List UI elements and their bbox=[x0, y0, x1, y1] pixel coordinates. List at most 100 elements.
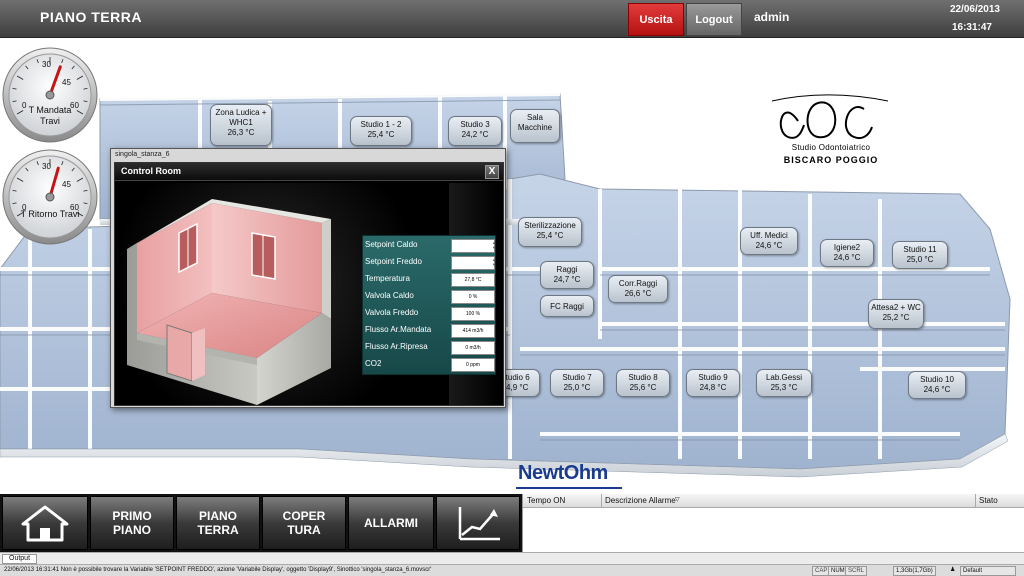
room-name: Corr.Raggi bbox=[618, 279, 658, 288]
room-name: FC Raggi bbox=[550, 302, 584, 311]
gauge-tick-label: 30 bbox=[42, 60, 51, 69]
temperatura-value: 27,8 °C bbox=[451, 273, 495, 287]
gauge-tick-label: 45 bbox=[62, 180, 71, 189]
room-sala-macchine[interactable]: Sala Macchine bbox=[510, 109, 560, 143]
room-name: Studio 7 bbox=[562, 373, 592, 382]
param-valvola-caldo: Valvola Caldo 0 % bbox=[363, 289, 497, 305]
output-tab-bar: Output bbox=[0, 552, 1024, 564]
room-name: Uff. Medici bbox=[750, 231, 788, 240]
newtohm-logo-underline bbox=[516, 487, 622, 489]
param-flusso-mandata: Flusso Ar.Mandata 414 m3/h bbox=[363, 323, 497, 339]
scada-screen: PIANO TERRA Uscita Logout admin 22/06/20… bbox=[0, 0, 1024, 576]
column-divider[interactable] bbox=[601, 494, 602, 508]
co2-value: 0 ppm bbox=[451, 358, 495, 372]
setpoint-caldo-input[interactable] bbox=[451, 239, 495, 253]
user-icon: ♟ bbox=[950, 567, 956, 573]
room-temp: 25,4 °C bbox=[536, 231, 564, 240]
room-popup-window: singola_stanza_6 Control Room X Setpoint… bbox=[110, 148, 506, 408]
param-temperatura: Temperatura 27,8 °C bbox=[363, 272, 497, 288]
control-room-panel: Control Room X Setpoint Caldo ▲ ▼ Setpoi… bbox=[114, 162, 504, 406]
exit-button[interactable]: Uscita bbox=[628, 3, 684, 36]
room-temp: 24,6 °C bbox=[923, 385, 951, 394]
room-name: Studio 8 bbox=[628, 373, 658, 382]
room-temp: 26,3 °C bbox=[227, 128, 255, 137]
gauge-label-line: T Mandata bbox=[28, 105, 72, 115]
param-setpoint-freddo: Setpoint Freddo ▲ ▼ bbox=[363, 255, 497, 271]
control-room-titlebar: Control Room X bbox=[115, 163, 503, 181]
room-uff-medici[interactable]: Uff. Medici 24,6 °C bbox=[740, 227, 798, 255]
room-sterilizzazione[interactable]: Sterilizzazione 25,4 °C bbox=[518, 217, 582, 247]
param-label: Flusso Ar.Ripresa bbox=[365, 342, 428, 351]
output-tab[interactable]: Output bbox=[2, 554, 38, 564]
trend-chart-icon bbox=[458, 507, 500, 541]
room-raggi[interactable]: Raggi 24,7 °C bbox=[540, 261, 594, 289]
popup-window-title: singola_stanza_6 bbox=[115, 151, 170, 158]
setpoint-freddo-input[interactable] bbox=[451, 256, 495, 270]
gauge-t-mandata: 0 30 45 60 bbox=[0, 45, 100, 145]
gauge-label-line: T Ritorno Travi bbox=[20, 209, 80, 219]
room-name: Studio 9 bbox=[698, 373, 728, 382]
room-name: Attesa2 + WC bbox=[871, 303, 921, 312]
room-studio-1-2[interactable]: Studio 1 - 2 25,4 °C bbox=[350, 116, 412, 146]
nav-piano-terra-button[interactable]: PIANO TERRA bbox=[176, 496, 260, 550]
room-name: Sala Macchine bbox=[517, 113, 553, 132]
column-divider[interactable] bbox=[975, 494, 976, 508]
room-fc-raggi[interactable]: FC Raggi bbox=[540, 295, 594, 317]
profile-indicator: Default bbox=[960, 566, 1016, 576]
room-zona-ludica[interactable]: Zona Ludica + WHC1 26,3 °C bbox=[210, 104, 272, 146]
gauge-t-ritorno: 0 30 45 60 bbox=[0, 147, 100, 247]
nav-label: PIANO bbox=[112, 523, 151, 537]
col-stato[interactable]: Stato bbox=[979, 496, 998, 505]
param-label: CO2 bbox=[365, 359, 382, 368]
trend-chart-button[interactable] bbox=[436, 496, 520, 550]
valvola-freddo-value: 100 % bbox=[451, 307, 495, 321]
param-label: Setpoint Caldo bbox=[365, 240, 418, 249]
gauge-tick-label: 30 bbox=[42, 162, 51, 171]
logout-button[interactable]: Logout bbox=[686, 3, 742, 36]
spinner-arrows-icon[interactable]: ▲ ▼ bbox=[492, 240, 496, 250]
param-label: Valvola Freddo bbox=[365, 308, 419, 317]
room-studio-11[interactable]: Studio 11 25,0 °C bbox=[892, 241, 948, 269]
scroll-lock-indicator: SCRL bbox=[845, 566, 868, 576]
room-igiene2[interactable]: Igiene2 24,6 °C bbox=[820, 239, 874, 267]
room-attesa2-wc[interactable]: Attesa2 + WC 25,2 °C bbox=[868, 299, 924, 329]
room-studio-10[interactable]: Studio 10 24,6 °C bbox=[908, 371, 966, 399]
current-user: admin bbox=[754, 10, 790, 24]
valvola-caldo-value: 0 % bbox=[451, 290, 495, 304]
flusso-mandata-value: 414 m3/h bbox=[451, 324, 495, 338]
nav-label: TURA bbox=[287, 523, 321, 537]
room-name: Sterilizzazione bbox=[524, 221, 576, 230]
room-studio-7[interactable]: Studio 7 25,0 °C bbox=[550, 369, 604, 397]
room-lab-gessi[interactable]: Lab.Gessi 25,3 °C bbox=[756, 369, 812, 397]
nav-copertura-button[interactable]: COPER TURA bbox=[262, 496, 346, 550]
gauge-label-line: Travi bbox=[40, 116, 60, 126]
param-label: Flusso Ar.Mandata bbox=[365, 325, 432, 334]
spinner-arrows-icon[interactable]: ▲ ▼ bbox=[492, 257, 496, 267]
room-studio-3[interactable]: Studio 3 24,2 °C bbox=[448, 116, 502, 146]
home-button[interactable] bbox=[2, 496, 88, 550]
room-temp: 24,7 °C bbox=[553, 275, 581, 284]
status-bar: 22/06/2013 16:31:41 Non è possibile trov… bbox=[0, 564, 1024, 576]
col-descrizione[interactable]: Descrizione Allarme bbox=[605, 496, 676, 505]
flusso-ripresa-value: 0 m3/h bbox=[451, 341, 495, 355]
room-temp: 24,2 °C bbox=[461, 130, 489, 139]
room-name: Lab.Gessi bbox=[765, 373, 803, 382]
nav-label: COPER bbox=[282, 509, 326, 523]
room-name: Raggi bbox=[556, 265, 578, 274]
param-co2: CO2 0 ppm bbox=[363, 357, 497, 373]
param-label: Setpoint Freddo bbox=[365, 257, 422, 266]
alarm-table: Tempo ON Descrizione Allarme ▽ Stato bbox=[522, 494, 1024, 552]
room-name: Studio 10 bbox=[920, 375, 954, 384]
param-setpoint-caldo: Setpoint Caldo ▲ ▼ bbox=[363, 238, 497, 254]
room-name: Igiene2 bbox=[833, 243, 861, 252]
nav-primo-piano-button[interactable]: PRIMO PIANO bbox=[90, 496, 174, 550]
nav-allarmi-button[interactable]: ALLARMI bbox=[348, 496, 434, 550]
header-time: 16:31:47 bbox=[951, 22, 992, 33]
nav-label: PIANO bbox=[198, 509, 237, 523]
room-studio-8[interactable]: Studio 8 25,6 °C bbox=[616, 369, 670, 397]
col-tempo-on[interactable]: Tempo ON bbox=[527, 496, 565, 505]
room-corr-raggi[interactable]: Corr.Raggi 26,6 °C bbox=[608, 275, 668, 303]
close-button[interactable]: X bbox=[485, 165, 499, 179]
room-studio-9[interactable]: Studio 9 24,8 °C bbox=[686, 369, 740, 397]
nav-label: TERRA bbox=[197, 523, 239, 537]
